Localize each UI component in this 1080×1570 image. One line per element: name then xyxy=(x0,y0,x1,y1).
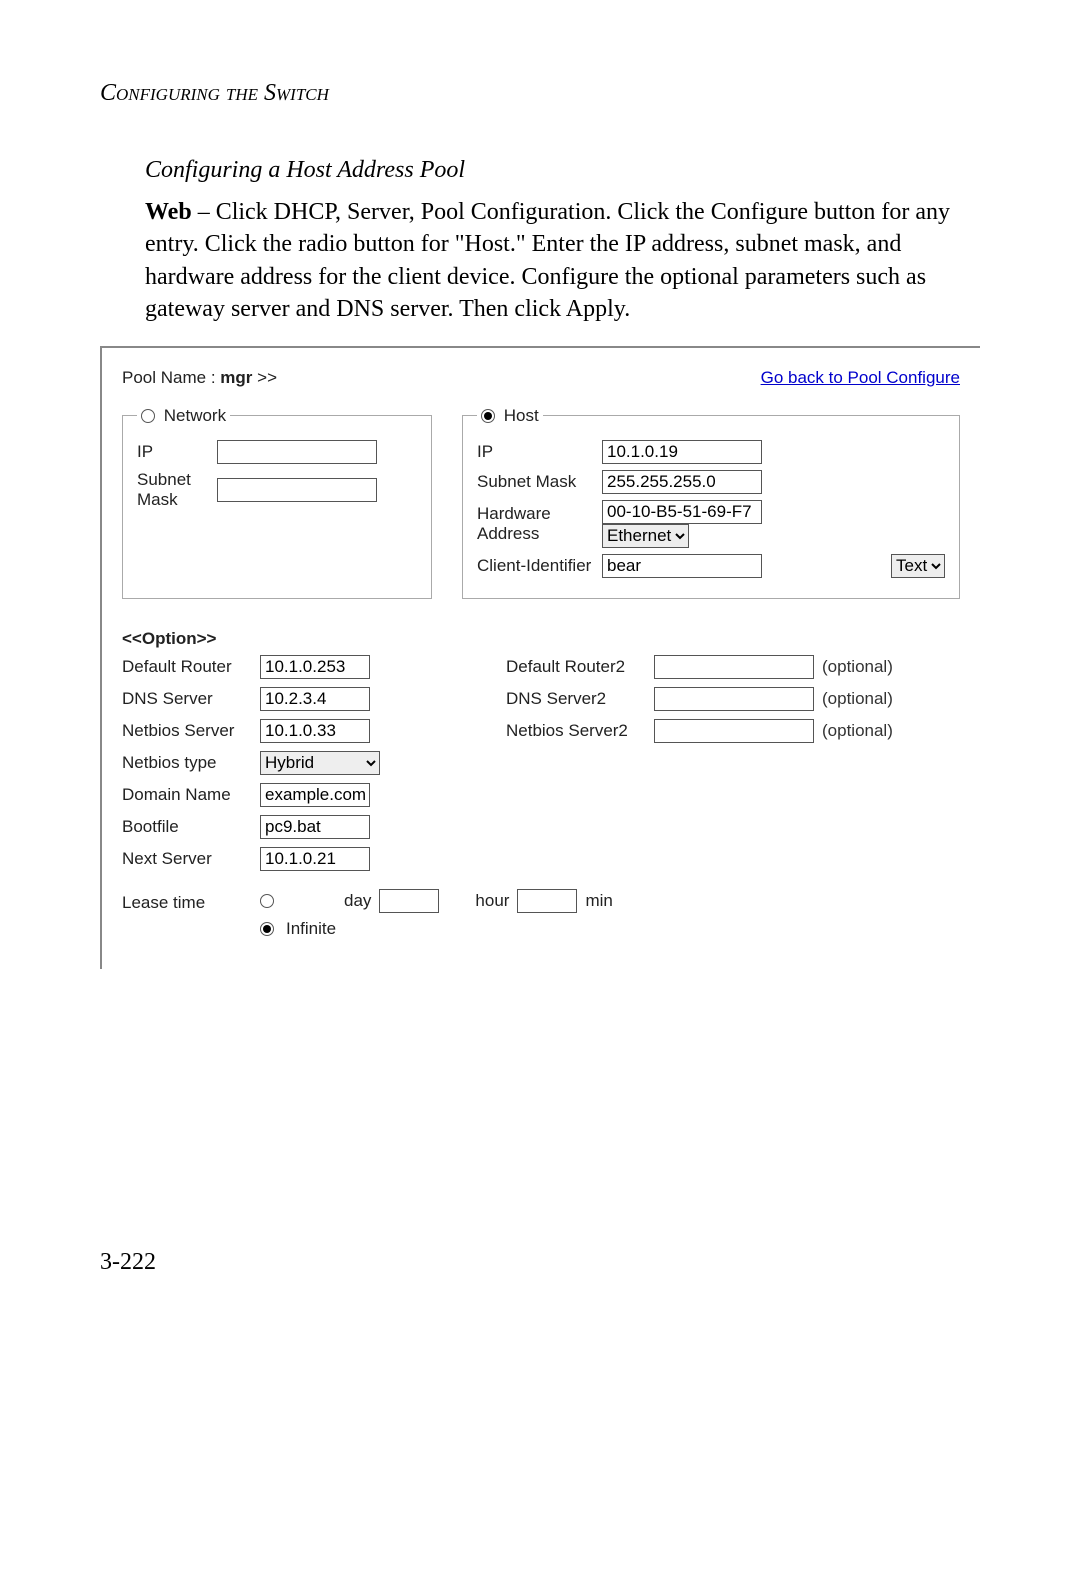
chapter-title: Configuring the Switch xyxy=(100,80,980,107)
optional-note: (optional) xyxy=(822,657,960,677)
dns-server2-label: DNS Server2 xyxy=(506,689,646,709)
host-hw-label: Hardware Address xyxy=(477,504,592,544)
lease-day-label: day xyxy=(344,891,371,911)
optional-note: (optional) xyxy=(822,689,960,709)
lease-time-label: Lease time xyxy=(122,889,242,913)
host-cid-label: Client-Identifier xyxy=(477,556,592,576)
default-router2-input[interactable] xyxy=(654,655,814,679)
dhcp-pool-config-panel: Pool Name : mgr >> Go back to Pool Confi… xyxy=(100,346,980,969)
pool-name-label: Pool Name : mgr >> xyxy=(122,368,277,388)
dns-server-label: DNS Server xyxy=(122,689,252,709)
host-ip-input[interactable] xyxy=(602,440,762,464)
network-mask-input[interactable] xyxy=(217,478,377,502)
network-mask-label: Subnet Mask xyxy=(137,470,207,510)
bootfile-label: Bootfile xyxy=(122,817,252,837)
dns-server2-input[interactable] xyxy=(654,687,814,711)
options-header: <<Option>> xyxy=(122,629,960,649)
page-number: 3-222 xyxy=(100,1249,980,1276)
dns-server-input[interactable] xyxy=(260,687,370,711)
body-paragraph: Web – Click DHCP, Server, Pool Configura… xyxy=(145,196,980,326)
lease-day-input[interactable] xyxy=(379,889,439,913)
next-server-input[interactable] xyxy=(260,847,370,871)
netbios-server2-label: Netbios Server2 xyxy=(506,721,646,741)
netbios-type-select[interactable]: Hybrid xyxy=(260,751,380,775)
host-hw-input[interactable] xyxy=(602,500,762,524)
section-title: Configuring a Host Address Pool xyxy=(145,157,980,184)
netbios-server2-input[interactable] xyxy=(654,719,814,743)
radio-icon xyxy=(481,409,495,423)
default-router2-label: Default Router2 xyxy=(506,657,646,677)
default-router-input[interactable] xyxy=(260,655,370,679)
netbios-server-label: Netbios Server xyxy=(122,721,252,741)
netbios-server-input[interactable] xyxy=(260,719,370,743)
network-ip-label: IP xyxy=(137,442,207,462)
domain-name-label: Domain Name xyxy=(122,785,252,805)
host-mask-label: Subnet Mask xyxy=(477,472,592,492)
lease-hour-label: hour xyxy=(475,891,509,911)
optional-note: (optional) xyxy=(822,721,960,741)
body-rest: – Click DHCP, Server, Pool Configuration… xyxy=(145,199,950,322)
host-radio[interactable]: Host xyxy=(477,406,543,426)
host-cid-type-select[interactable]: Text xyxy=(891,554,945,578)
lease-hour-input[interactable] xyxy=(517,889,577,913)
host-cid-input[interactable] xyxy=(602,554,762,578)
next-server-label: Next Server xyxy=(122,849,252,869)
back-to-pool-configure-link[interactable]: Go back to Pool Configure xyxy=(761,368,960,388)
default-router-label: Default Router xyxy=(122,657,252,677)
bootfile-input[interactable] xyxy=(260,815,370,839)
lease-infinite-radio[interactable] xyxy=(260,922,274,936)
domain-name-input[interactable] xyxy=(260,783,370,807)
network-radio[interactable]: Network xyxy=(137,406,230,426)
body-lead: Web xyxy=(145,199,192,225)
host-hw-type-select[interactable]: Ethernet xyxy=(602,524,689,548)
lease-infinite-label: Infinite xyxy=(286,919,336,939)
lease-min-label: min xyxy=(585,891,612,911)
host-mask-input[interactable] xyxy=(602,470,762,494)
radio-icon xyxy=(141,409,155,423)
lease-finite-radio[interactable] xyxy=(260,894,274,908)
host-group: Host IP Subnet Mask Hardware Address Eth… xyxy=(462,406,960,599)
netbios-type-label: Netbios type xyxy=(122,753,252,773)
host-ip-label: IP xyxy=(477,442,592,462)
network-group: Network IP Subnet Mask xyxy=(122,406,432,599)
network-ip-input[interactable] xyxy=(217,440,377,464)
